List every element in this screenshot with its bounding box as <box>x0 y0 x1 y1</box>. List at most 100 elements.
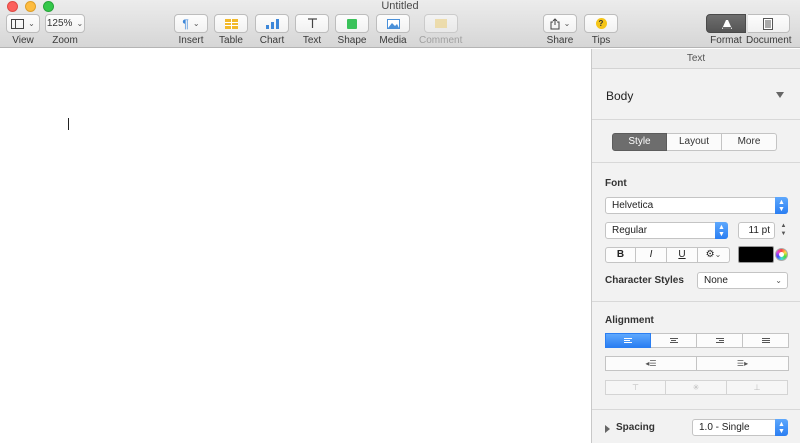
justify-button[interactable] <box>743 333 789 348</box>
spacing-popup[interactable]: 1.0 - Single ▲ ▼ <box>692 419 788 436</box>
tab-layout[interactable]: Layout <box>667 133 722 151</box>
toolbar: Untitled ⌄ View 125% ⌄ Zoom ¶ ⌄ Insert T… <box>0 0 800 48</box>
increase-indent-button[interactable]: ☰▸ <box>697 356 789 371</box>
zoom-control[interactable]: 125% ⌄ Zoom <box>45 14 85 46</box>
table-icon <box>224 18 238 29</box>
tips-icon: ? <box>595 18 607 29</box>
document-button[interactable] <box>747 14 790 33</box>
table-control[interactable]: Table <box>214 14 248 46</box>
vertical-alignment-buttons: ⊤ ✳ ⊥ <box>605 380 788 395</box>
media-button[interactable] <box>376 14 410 33</box>
view-label: View <box>12 35 34 46</box>
justify-icon <box>761 338 770 343</box>
share-button[interactable]: ⌄ <box>543 14 577 33</box>
format-button[interactable] <box>706 14 746 33</box>
comment-icon <box>434 19 447 28</box>
text-control[interactable]: Text <box>295 14 329 46</box>
font-family-value: Helvetica <box>612 200 654 211</box>
underline-button[interactable]: U <box>667 247 698 263</box>
sidebar-view-icon <box>11 18 25 29</box>
align-right-button[interactable] <box>697 333 743 348</box>
bold-button[interactable]: B <box>605 247 636 263</box>
text-button[interactable] <box>295 14 329 33</box>
text-color-well[interactable] <box>738 246 774 263</box>
text-insertion-cursor <box>68 118 69 130</box>
tab-more[interactable]: More <box>722 133 777 151</box>
align-left-icon <box>624 338 632 343</box>
table-button[interactable] <box>214 14 248 33</box>
indent-buttons: ◂☰ ☰▸ <box>605 356 789 371</box>
insert-button[interactable]: ¶ ⌄ <box>174 14 208 33</box>
shape-control[interactable]: Shape <box>335 14 369 46</box>
disclosure-triangle-icon[interactable] <box>776 92 784 98</box>
inspector-tabs: Style Layout More <box>612 133 777 151</box>
document-label: Document <box>746 35 792 46</box>
up-down-arrows-icon: ▲ ▼ <box>775 419 788 436</box>
divider <box>592 409 800 410</box>
decrease-indent-button[interactable]: ◂☰ <box>605 356 697 371</box>
up-down-arrows-icon: ▲ ▼ <box>715 222 728 239</box>
font-size-field[interactable]: 11 pt <box>738 222 775 239</box>
text-icon <box>307 18 317 28</box>
inspector-header: Text <box>592 49 800 69</box>
align-middle-button[interactable]: ✳ <box>666 380 727 395</box>
view-control[interactable]: ⌄ View <box>6 14 40 46</box>
align-top-icon: ⊤ <box>632 383 639 392</box>
comment-control[interactable]: Comment <box>419 14 462 46</box>
chart-control[interactable]: Chart <box>255 14 289 46</box>
color-wheel-icon[interactable] <box>775 248 788 261</box>
align-bottom-button[interactable]: ⊥ <box>727 380 788 395</box>
tips-button[interactable]: ? <box>584 14 618 33</box>
spacing-disclosure-icon[interactable] <box>605 425 610 433</box>
decrease-indent-icon: ◂☰ <box>645 359 657 368</box>
divider <box>592 119 800 120</box>
align-middle-icon: ✳ <box>692 383 700 392</box>
chevron-down-icon: ⌄ <box>563 19 571 28</box>
share-label: Share <box>546 35 574 46</box>
chart-label: Chart <box>259 35 285 46</box>
document-canvas[interactable] <box>0 49 591 443</box>
insert-control[interactable]: ¶ ⌄ Insert <box>174 14 208 46</box>
share-control[interactable]: ⌄ Share <box>543 14 577 46</box>
zoom-value: 125% <box>46 18 73 29</box>
character-styles-label: Character Styles <box>605 275 684 286</box>
shape-button[interactable] <box>335 14 369 33</box>
chevron-down-icon: ⌄ <box>192 19 200 28</box>
align-left-button[interactable] <box>605 333 651 348</box>
text-options-button[interactable]: ⚙⌄ <box>698 247 730 263</box>
media-control[interactable]: Media <box>376 14 410 46</box>
spacing-label: Spacing <box>616 422 655 433</box>
align-top-button[interactable]: ⊤ <box>605 380 666 395</box>
chevron-down-icon: ⌄ <box>76 19 84 28</box>
comment-label: Comment <box>419 35 463 46</box>
format-control[interactable]: Format <box>706 14 746 46</box>
italic-button[interactable]: I <box>636 247 667 263</box>
paragraph-icon: ¶ <box>182 16 189 31</box>
media-label: Media <box>379 35 407 46</box>
character-styles-popup[interactable]: None ⌄ <box>697 272 788 289</box>
tips-control[interactable]: ? Tips <box>584 14 618 46</box>
chart-button[interactable] <box>255 14 289 33</box>
up-down-arrows-icon: ▲ ▼ <box>775 197 788 214</box>
text-format-buttons: B I U ⚙⌄ <box>605 247 730 263</box>
format-inspector: Text Body Style Layout More Font Helveti… <box>591 49 800 443</box>
document-control[interactable]: Document <box>746 14 792 46</box>
format-label: Format <box>710 35 742 46</box>
insert-label: Insert <box>178 35 204 46</box>
tab-style[interactable]: Style <box>612 133 667 151</box>
format-brush-icon <box>721 19 732 29</box>
font-family-popup[interactable]: Helvetica ▲ ▼ <box>605 197 788 214</box>
align-bottom-icon: ⊥ <box>753 383 761 392</box>
document-icon <box>763 17 774 30</box>
paragraph-style-popup[interactable]: Body <box>606 89 633 103</box>
view-button[interactable]: ⌄ <box>6 14 40 33</box>
increase-indent-icon: ☰▸ <box>736 359 749 368</box>
align-center-button[interactable] <box>651 333 697 348</box>
alignment-buttons <box>605 333 789 348</box>
font-style-popup[interactable]: Regular ▲ ▼ <box>605 222 728 239</box>
font-section-title: Font <box>605 178 627 189</box>
font-size-stepper[interactable]: ▲ ▼ <box>779 222 788 239</box>
comment-button[interactable] <box>423 14 458 33</box>
zoom-popup[interactable]: 125% ⌄ <box>45 14 85 33</box>
chevron-down-icon: ⌄ <box>775 276 782 285</box>
